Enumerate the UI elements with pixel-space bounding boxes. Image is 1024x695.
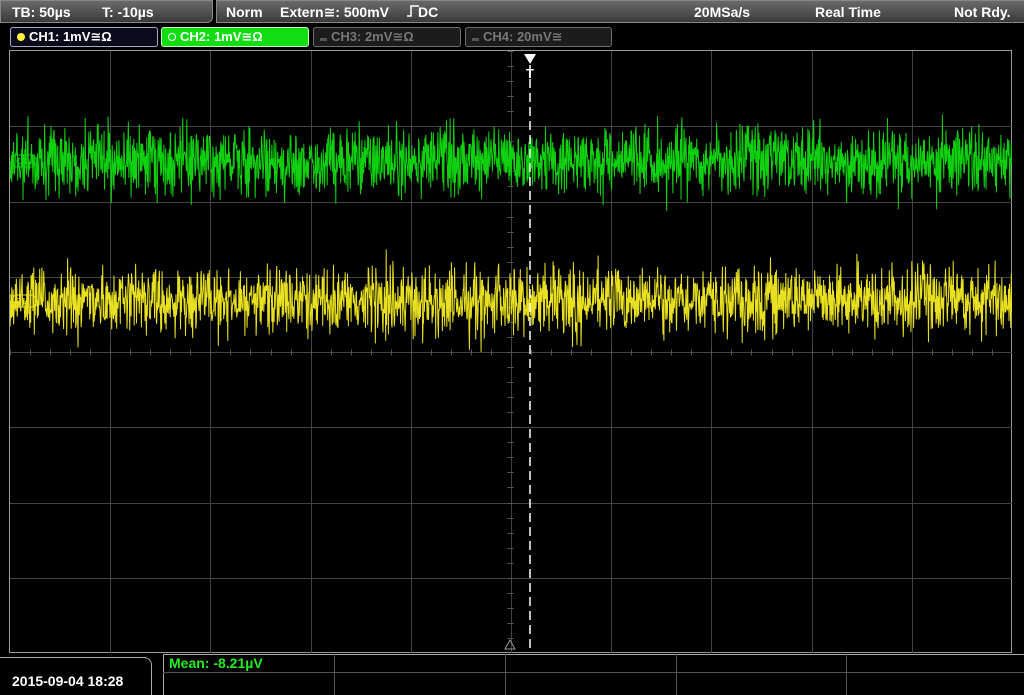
datetime-readout: 2015-09-04 18:28 <box>12 673 124 689</box>
mean-measurement: Mean: -8.21µV <box>169 655 263 671</box>
status-bar: TB: 50µs T: -10µs Norm Extern≅: 500mV DC… <box>0 0 1024 24</box>
measurement-row-divider <box>163 672 1024 673</box>
waveform-display[interactable]: T C2 C1 <box>10 51 1012 653</box>
measurement-separator <box>676 654 677 695</box>
trigger-panel[interactable]: Norm Extern≅: 500mV DC 20MSa/s Real Time… <box>216 0 1024 23</box>
measurement-panel[interactable] <box>163 654 1024 695</box>
tab-ch4[interactable]: CH4: 20mV≅ <box>465 27 612 47</box>
trigger-position-icon[interactable] <box>524 54 536 64</box>
trigger-time-readout: T: -10µs <box>102 4 154 20</box>
trigger-mode: Norm <box>226 4 263 20</box>
trigger-source: Extern≅: 500mV <box>280 4 389 20</box>
measurement-separator <box>334 654 335 695</box>
ch1-indicator-icon <box>17 33 25 41</box>
ch3-label: CH3: 2mV≅Ω <box>331 29 414 44</box>
timebase-readout: TB: 50µs <box>12 4 71 20</box>
acquisition-mode: Real Time <box>815 4 881 20</box>
timebase-panel[interactable]: TB: 50µs T: -10µs <box>0 0 213 23</box>
ch2-trace <box>10 114 1012 211</box>
ch1-label: CH1: 1mV≅Ω <box>29 29 112 44</box>
sample-rate: 20MSa/s <box>694 4 751 20</box>
measurement-separator <box>505 654 506 695</box>
trigger-marker-label: T <box>526 66 534 81</box>
ch1-marker-label: C1 <box>16 297 27 306</box>
ch1-trace <box>10 249 1012 352</box>
ch3-indicator-icon <box>320 38 327 41</box>
ch4-label: CH4: 20mV≅ <box>483 29 563 44</box>
ch4-indicator-icon <box>472 38 479 41</box>
ground-reference-icon <box>504 638 516 650</box>
acquisition-state: Not Rdy. <box>954 4 1011 20</box>
trigger-coupling: DC <box>418 4 439 20</box>
ch2-indicator-icon <box>168 33 176 41</box>
tab-ch2[interactable]: CH2: 1mV≅Ω <box>161 27 309 47</box>
ch2-label: CH2: 1mV≅Ω <box>180 29 263 44</box>
measurement-separator <box>846 654 847 695</box>
tab-ch1[interactable]: CH1: 1mV≅Ω <box>10 27 158 47</box>
tab-ch3[interactable]: CH3: 2mV≅Ω <box>313 27 461 47</box>
ch2-marker-label: C2 <box>16 157 27 166</box>
